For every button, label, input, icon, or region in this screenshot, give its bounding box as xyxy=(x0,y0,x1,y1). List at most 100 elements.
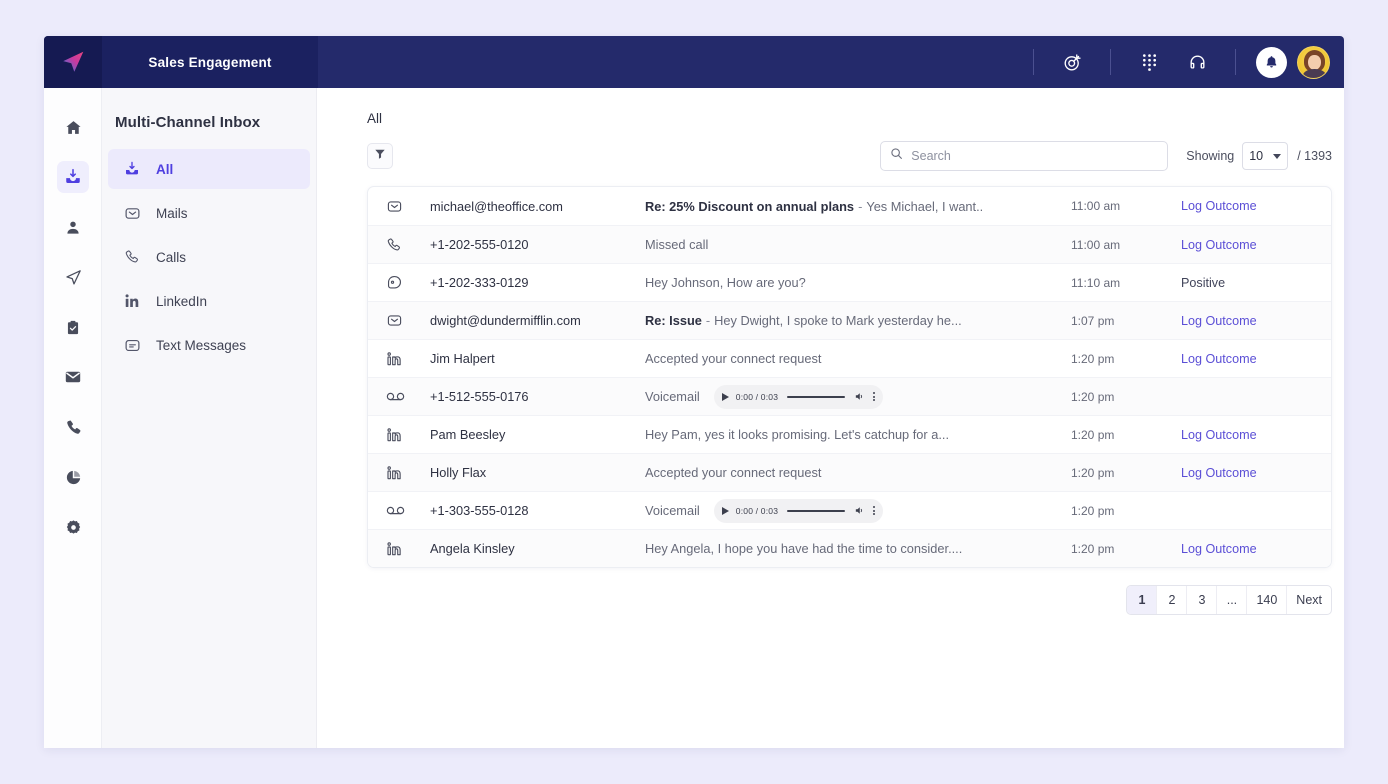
contacts-icon xyxy=(57,211,89,243)
rail-item-mail[interactable] xyxy=(44,352,102,402)
row-preview: Re: Issue - Hey Dwight, I spoke to Mark … xyxy=(645,313,1071,328)
sidebar-item-calls[interactable]: Calls xyxy=(108,237,310,277)
app-logo[interactable] xyxy=(44,36,102,88)
bell-icon[interactable] xyxy=(1256,46,1287,78)
tab-all[interactable]: All xyxy=(367,111,382,130)
page-button-1[interactable]: 1 xyxy=(1127,586,1158,614)
table-row[interactable]: dwight@dundermifflin.com Re: Issue - Hey… xyxy=(368,301,1331,339)
row-preview: Missed call xyxy=(645,237,1071,252)
table-row[interactable]: +1-202-555-0120 Missed call 11:00 am Log… xyxy=(368,225,1331,263)
audio-player[interactable]: 0:00 / 0:03 xyxy=(713,498,884,523)
more-options-icon[interactable] xyxy=(873,506,876,515)
volume-icon[interactable] xyxy=(854,391,865,402)
sidebar-item-label: Text Messages xyxy=(156,337,247,353)
rail-item-inbox[interactable] xyxy=(44,152,102,202)
showing-total: / 1393 xyxy=(1297,149,1332,163)
rail-item-home[interactable] xyxy=(44,102,102,152)
table-row[interactable]: Angela Kinsley Hey Angela, I hope you ha… xyxy=(368,529,1331,567)
page-button-3[interactable]: 3 xyxy=(1187,586,1218,614)
search-icon xyxy=(890,147,903,165)
row-from: +1-512-555-0176 xyxy=(430,389,529,404)
next-page-button[interactable]: Next xyxy=(1287,586,1331,614)
avatar[interactable] xyxy=(1297,45,1330,79)
page-ellipsis: ... xyxy=(1217,586,1248,614)
envelope-icon xyxy=(122,205,142,222)
search-box[interactable] xyxy=(880,141,1169,171)
rail-item-settings[interactable] xyxy=(44,502,102,552)
table-row[interactable]: +1-202-333-0129 Hey Johnson, How are you… xyxy=(368,263,1331,301)
play-icon[interactable] xyxy=(721,392,729,401)
log-outcome-link[interactable]: Log Outcome xyxy=(1181,428,1331,442)
row-preview: Accepted your connect request xyxy=(645,351,1071,366)
row-snippet: Hey Johnson, How are you? xyxy=(645,275,806,290)
showing-control: Showing 10 / 1393 xyxy=(1186,142,1332,170)
row-from: +1-202-555-0120 xyxy=(430,237,529,252)
table-row[interactable]: michael@theoffice.com Re: 25% Discount o… xyxy=(368,187,1331,225)
sidebar-list: All Mails Calls LinkedIn Text Messages xyxy=(102,149,316,365)
row-time: 1:20 pm xyxy=(1071,351,1115,366)
log-outcome-link[interactable]: Log Outcome xyxy=(1181,466,1331,480)
phone-icon xyxy=(122,249,142,265)
paper-plane-logo-icon xyxy=(63,51,84,72)
audio-time: 0:00 / 0:03 xyxy=(735,505,779,516)
volume-icon[interactable] xyxy=(854,505,865,516)
linkedin-icon xyxy=(386,351,430,367)
log-outcome-link[interactable]: Log Outcome xyxy=(1181,314,1331,328)
row-subject: Re: 25% Discount on annual plans xyxy=(645,198,855,214)
row-from: michael@theoffice.com xyxy=(430,198,563,214)
table-row[interactable]: Jim Halpert Accepted your connect reques… xyxy=(368,339,1331,377)
row-snippet: Voicemail xyxy=(645,389,700,404)
log-outcome-link[interactable]: Log Outcome xyxy=(1181,352,1331,366)
envelope-icon xyxy=(386,312,430,329)
linkedin-icon xyxy=(386,541,430,557)
log-outcome-link[interactable]: Log Outcome xyxy=(1181,542,1331,556)
rail-item-calls[interactable] xyxy=(44,402,102,452)
table-row[interactable]: Holly Flax Accepted your connect request… xyxy=(368,453,1331,491)
row-snippet: Hey Angela, I hope you have had the time… xyxy=(645,541,963,556)
linkedin-icon xyxy=(122,293,142,309)
message-icon xyxy=(386,274,430,291)
row-snippet: Hey Dwight, I spoke to Mark yesterday he… xyxy=(714,313,962,328)
reports-icon xyxy=(57,461,89,493)
headset-icon[interactable] xyxy=(1180,45,1214,79)
mail-icon xyxy=(57,361,89,393)
divider xyxy=(1235,49,1236,75)
audio-progress-track[interactable] xyxy=(787,509,846,512)
table-row[interactable]: +1-512-555-0176 Voicemail 0:00 / 0:03 1:… xyxy=(368,377,1331,415)
table-row[interactable]: Pam Beesley Hey Pam, yes it looks promis… xyxy=(368,415,1331,453)
row-from: Pam Beesley xyxy=(430,427,506,442)
target-icon[interactable] xyxy=(1055,45,1089,79)
rail-item-contacts[interactable] xyxy=(44,202,102,252)
send-icon xyxy=(57,261,89,293)
sidebar-item-text-messages[interactable]: Text Messages xyxy=(108,325,310,365)
filter-icon xyxy=(374,147,386,165)
dialpad-icon[interactable] xyxy=(1132,45,1166,79)
sidebar-item-mails[interactable]: Mails xyxy=(108,193,310,233)
rail-item-reports[interactable] xyxy=(44,452,102,502)
filter-button[interactable] xyxy=(367,143,393,169)
voicemail-icon xyxy=(386,504,430,517)
sidebar-item-all[interactable]: All xyxy=(108,149,310,189)
log-outcome-link[interactable]: Log Outcome xyxy=(1181,199,1331,213)
page-size-select[interactable]: 10 xyxy=(1242,142,1289,170)
more-options-icon[interactable] xyxy=(873,392,876,401)
audio-player[interactable]: 0:00 / 0:03 xyxy=(713,384,884,409)
page-button-140[interactable]: 140 xyxy=(1247,586,1288,614)
row-time: 1:20 pm xyxy=(1071,503,1115,518)
chevron-down-icon xyxy=(1273,153,1282,159)
search-input[interactable] xyxy=(911,149,1159,163)
page-size-value: 10 xyxy=(1249,149,1264,163)
rail-item-tasks[interactable] xyxy=(44,302,102,352)
audio-progress-track[interactable] xyxy=(787,395,846,398)
row-time: 11:10 am xyxy=(1071,275,1121,290)
envelope-icon xyxy=(386,198,430,215)
page-button-2[interactable]: 2 xyxy=(1157,586,1188,614)
sidebar-item-linkedin[interactable]: LinkedIn xyxy=(108,281,310,321)
avatar-body xyxy=(1303,68,1326,78)
row-preview: Voicemail 0:00 / 0:03 xyxy=(645,498,1071,523)
log-outcome-link[interactable]: Log Outcome xyxy=(1181,238,1331,252)
play-icon[interactable] xyxy=(721,506,729,515)
rail-item-sequences[interactable] xyxy=(44,252,102,302)
sidebar-item-label: All xyxy=(156,161,174,177)
table-row[interactable]: +1-303-555-0128 Voicemail 0:00 / 0:03 1:… xyxy=(368,491,1331,529)
